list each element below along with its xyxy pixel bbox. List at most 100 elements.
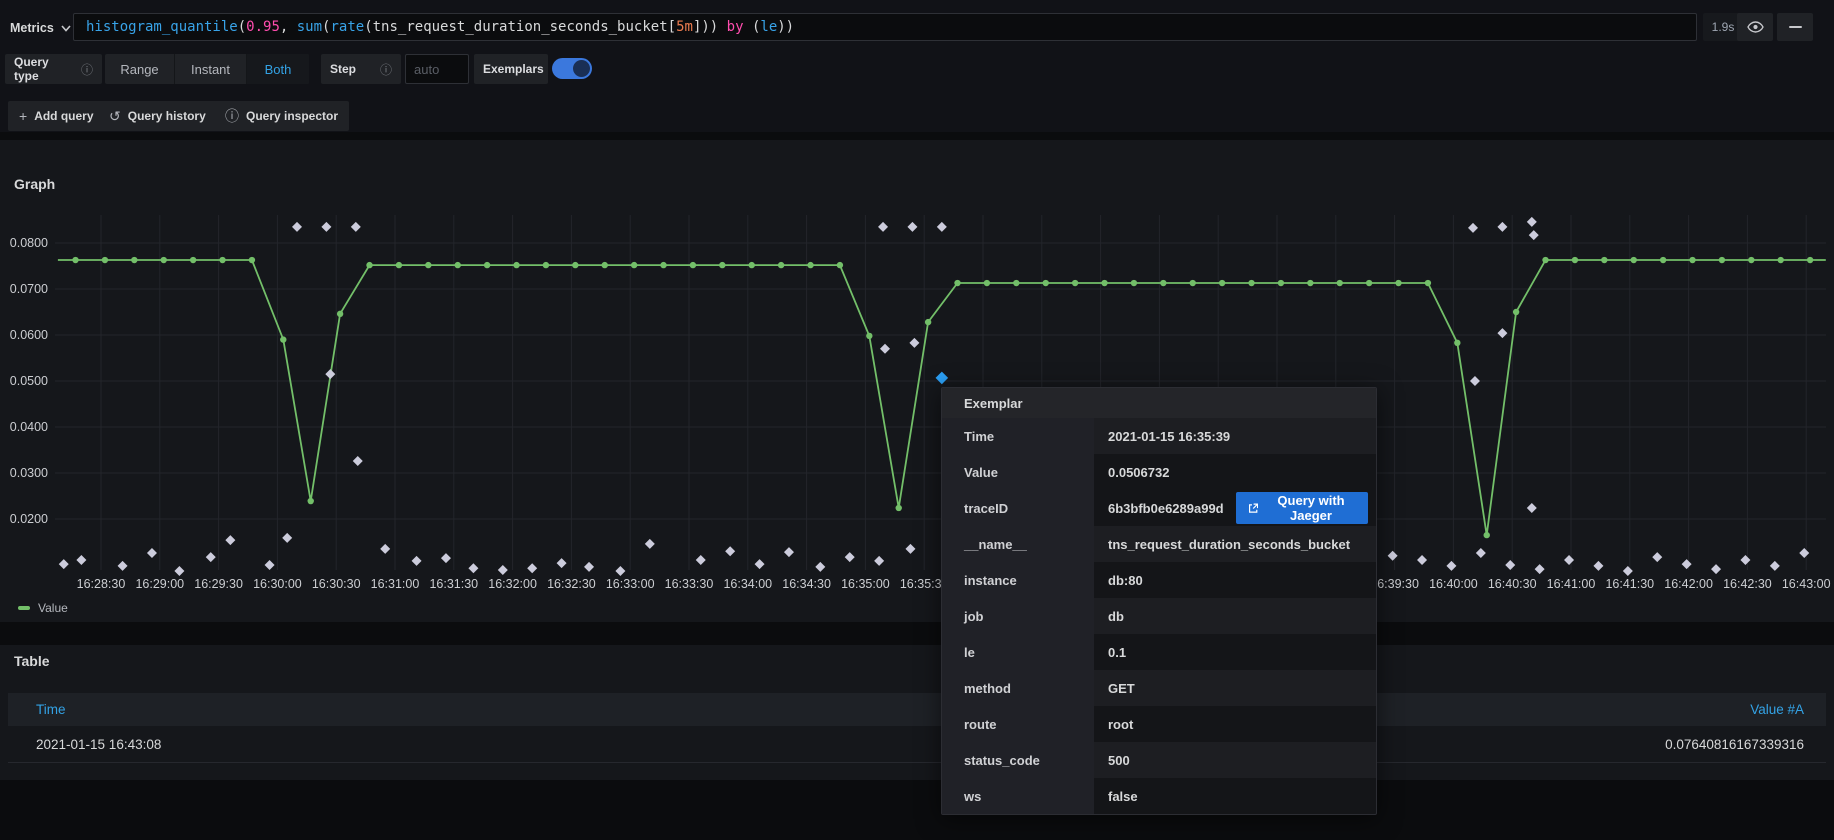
exemplar-marker[interactable]	[1388, 551, 1398, 561]
exemplar-marker[interactable]	[584, 562, 594, 572]
exemplar-marker[interactable]	[1527, 217, 1537, 227]
exemplar-marker[interactable]	[1652, 552, 1662, 562]
table-row[interactable]: 2021-01-15 16:43:08 0.07640816167339316	[8, 726, 1826, 763]
table-header-row: Time Value #A	[8, 693, 1826, 726]
exemplar-marker[interactable]	[1527, 503, 1537, 513]
series-legend[interactable]: Value	[18, 601, 68, 615]
exemplar-marker[interactable]	[282, 533, 292, 543]
exemplar-marker[interactable]	[1417, 555, 1427, 565]
query-type-instant[interactable]: Instant	[175, 54, 247, 84]
exemplar-marker[interactable]	[725, 546, 735, 556]
query-type-range[interactable]: Range	[105, 54, 175, 84]
exemplar-marker[interactable]	[1535, 564, 1545, 574]
exemplar-marker[interactable]	[1740, 555, 1750, 565]
show-query-button[interactable]	[1737, 13, 1773, 41]
exemplar-marker[interactable]	[380, 544, 390, 554]
exemplar-marker[interactable]	[76, 555, 86, 565]
info-circle-icon: ⓘ	[225, 106, 239, 126]
exemplar-marker-selected[interactable]	[936, 372, 949, 385]
section-divider	[0, 132, 1834, 140]
add-query-button[interactable]: + Add query	[8, 101, 105, 131]
series-point	[1513, 309, 1519, 315]
exemplar-marker[interactable]	[321, 222, 331, 232]
exemplar-marker[interactable]	[1468, 223, 1478, 233]
exemplar-marker[interactable]	[878, 222, 888, 232]
exemplar-marker[interactable]	[1446, 561, 1456, 571]
exemplars-toggle[interactable]	[552, 58, 592, 79]
exemplar-marker[interactable]	[784, 547, 794, 557]
exemplar-marker[interactable]	[615, 566, 625, 576]
query-history-button[interactable]: ↺ Query history	[98, 101, 217, 131]
step-input[interactable]	[405, 54, 469, 84]
table-header-time[interactable]: Time	[36, 702, 66, 717]
exemplar-marker[interactable]	[1529, 230, 1539, 240]
x-axis-tick-label: 16:31:00	[371, 577, 420, 591]
series-point	[484, 262, 490, 268]
exemplar-marker[interactable]	[1476, 548, 1486, 558]
exemplar-marker[interactable]	[353, 456, 363, 466]
exemplar-marker[interactable]	[909, 338, 919, 348]
series-point	[1425, 280, 1431, 286]
exemplar-marker[interactable]	[412, 556, 422, 566]
info-icon[interactable]: ⓘ	[380, 61, 392, 78]
exemplar-marker[interactable]	[206, 552, 216, 562]
exemplar-marker[interactable]	[265, 560, 275, 570]
exemplar-marker[interactable]	[498, 565, 508, 575]
exemplar-marker[interactable]	[645, 539, 655, 549]
time-series-chart[interactable]: 0.08000.07000.06000.05000.04000.03000.02…	[0, 140, 1834, 622]
series-point	[1807, 257, 1813, 263]
exemplar-marker[interactable]	[1711, 564, 1721, 574]
exemplar-marker[interactable]	[225, 535, 235, 545]
exemplar-marker[interactable]	[815, 562, 825, 572]
x-axis-tick-label: 16:32:00	[488, 577, 537, 591]
exemplar-marker[interactable]	[937, 222, 947, 232]
exemplar-marker[interactable]	[147, 548, 157, 558]
exemplar-marker[interactable]	[1682, 559, 1692, 569]
exemplar-tooltip-row: status_code500	[942, 742, 1376, 778]
exemplar-marker[interactable]	[1799, 548, 1809, 558]
exemplar-marker[interactable]	[845, 552, 855, 562]
exemplar-marker[interactable]	[907, 222, 917, 232]
x-axis-tick-label: 16:40:00	[1429, 577, 1478, 591]
series-point	[219, 257, 225, 263]
exemplar-marker[interactable]	[441, 553, 451, 563]
query-token: (	[364, 19, 372, 35]
exemplar-marker[interactable]	[527, 563, 537, 573]
query-inspector-button[interactable]: ⓘ Query inspector	[214, 101, 349, 131]
exemplar-marker[interactable]	[1623, 566, 1633, 576]
exemplar-marker[interactable]	[351, 222, 361, 232]
series-point	[280, 336, 286, 342]
info-icon[interactable]: ⓘ	[81, 61, 93, 78]
exemplar-marker[interactable]	[468, 563, 478, 573]
exemplar-marker[interactable]	[1564, 555, 1574, 565]
collapse-query-row-button[interactable]	[1777, 13, 1813, 41]
exemplar-marker[interactable]	[325, 369, 335, 379]
exemplar-marker[interactable]	[1770, 561, 1780, 571]
exemplar-marker[interactable]	[755, 559, 765, 569]
exemplar-tooltip: Exemplar Time2021-01-15 16:35:39Value0.0…	[941, 387, 1377, 815]
exemplar-marker[interactable]	[905, 544, 915, 554]
query-type-both[interactable]: Both	[247, 54, 309, 84]
query-token: sum	[297, 19, 322, 35]
exemplar-marker[interactable]	[1593, 561, 1603, 571]
exemplar-marker[interactable]	[1497, 328, 1507, 338]
exemplar-marker[interactable]	[880, 344, 890, 354]
exemplar-marker[interactable]	[696, 555, 706, 565]
exemplar-marker[interactable]	[292, 222, 302, 232]
exemplar-marker[interactable]	[1505, 560, 1515, 570]
table-header-value[interactable]: Value #A	[1750, 702, 1804, 717]
exemplar-field-label: __name__	[942, 526, 1094, 562]
exemplar-marker[interactable]	[1470, 376, 1480, 386]
exemplar-marker[interactable]	[59, 559, 69, 569]
exemplar-field-value: 6b3bfb0e6289a99d	[1108, 501, 1224, 516]
query-input[interactable]: histogram_quantile(0.95, sum(rate(tns_re…	[73, 13, 1697, 41]
exemplar-marker[interactable]	[118, 561, 128, 571]
exemplar-marker[interactable]	[1497, 222, 1507, 232]
exemplar-marker[interactable]	[557, 558, 567, 568]
query-expression: histogram_quantile(0.95, sum(rate(tns_re…	[86, 19, 794, 35]
exemplar-marker[interactable]	[874, 556, 884, 566]
exemplar-field-label: traceID	[942, 490, 1094, 526]
datasource-picker[interactable]: Metrics	[10, 14, 71, 42]
exemplar-marker[interactable]	[174, 566, 184, 576]
query-with-jaeger-button[interactable]: Query with Jaeger	[1236, 492, 1368, 524]
